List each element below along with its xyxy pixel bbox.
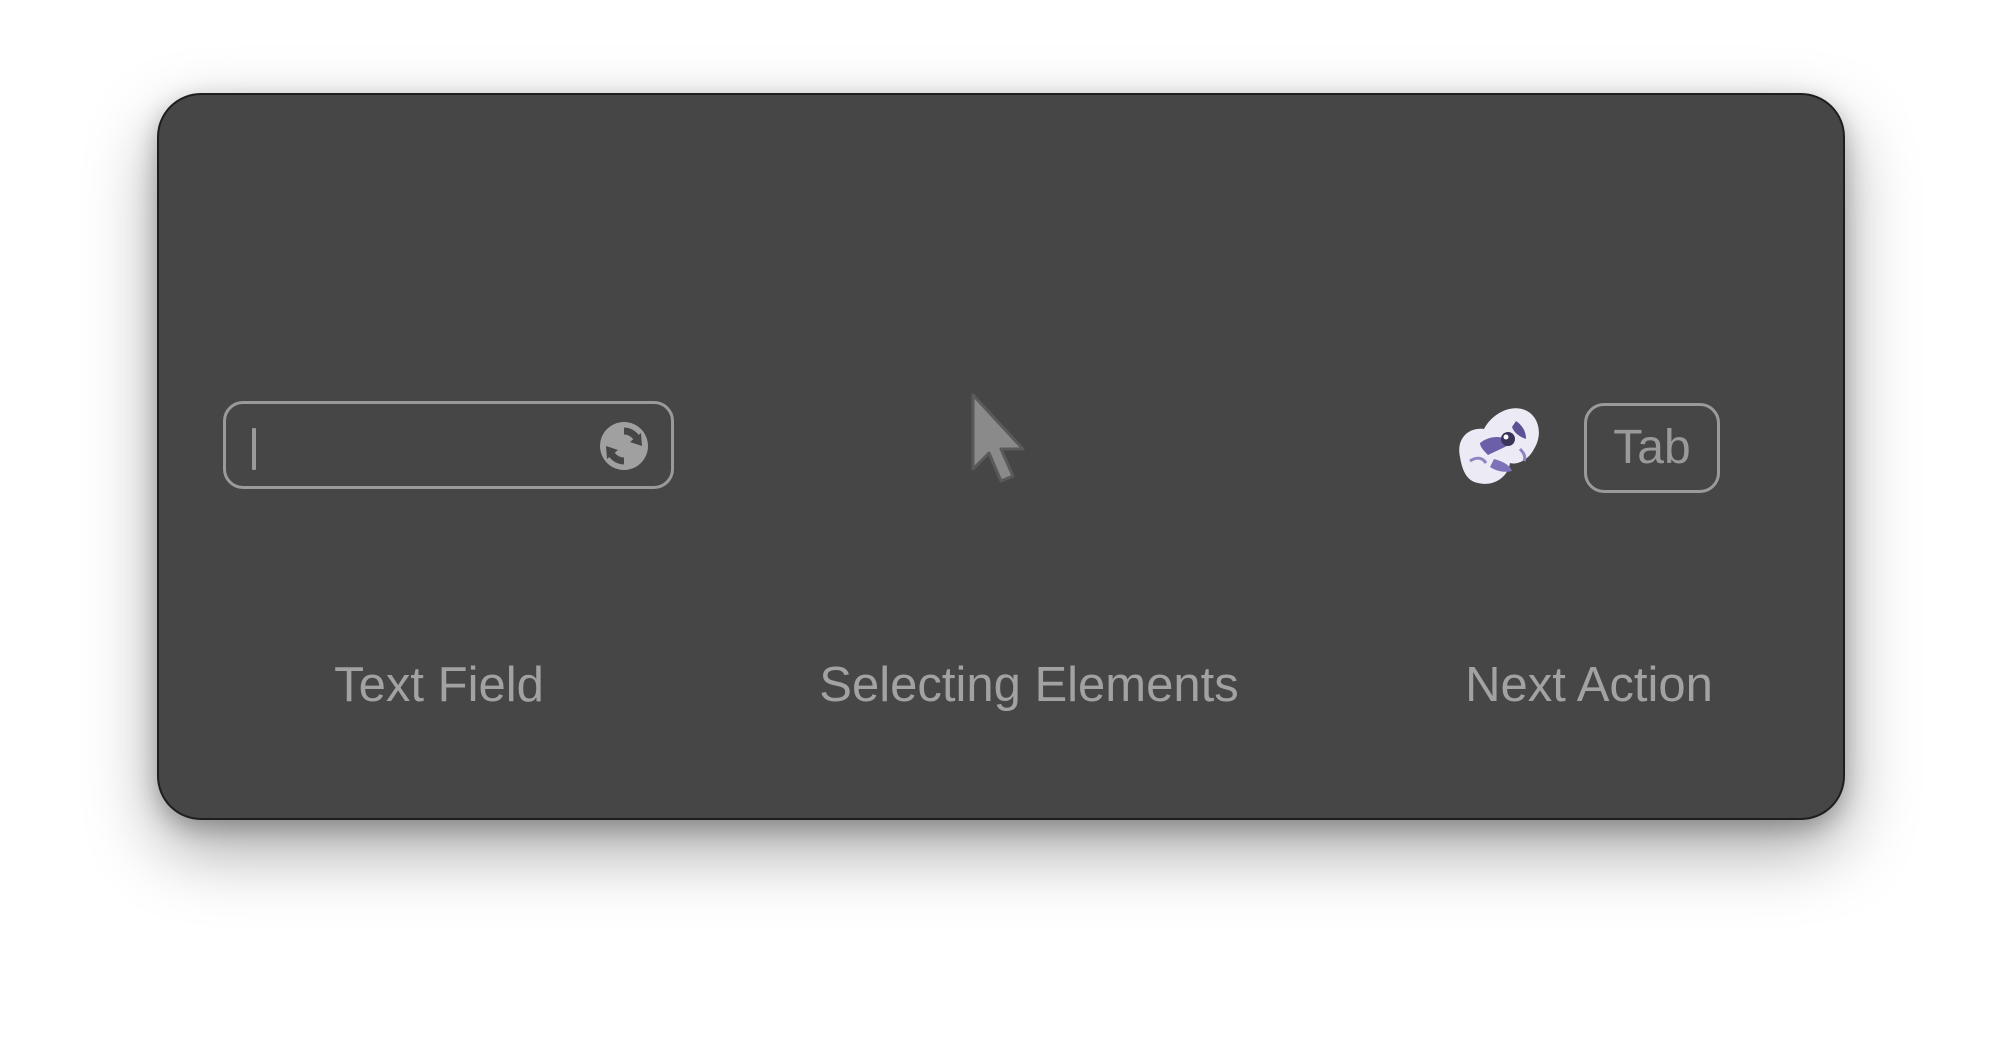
caption-next-action: Next Action [1465,658,1713,712]
caption-selecting-elements: Selecting Elements [819,658,1239,712]
caption-text-field: Text Field [334,658,544,712]
mouse-pointer-icon [971,393,1025,483]
tab-key[interactable]: Tab [1584,403,1720,493]
text-field-demo[interactable] [223,401,674,489]
text-caret [252,428,256,470]
tutorial-panel: Tab Text Field Selecting Elements Next A… [157,93,1845,820]
stage: Tab Text Field Selecting Elements Next A… [0,0,1999,1040]
refresh-icon[interactable] [597,419,651,473]
fetch-logo-icon [1459,408,1539,484]
